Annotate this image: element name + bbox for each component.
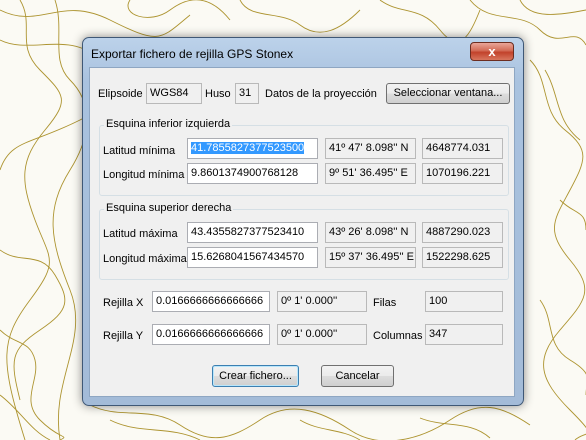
contour-line (127, 0, 231, 21)
columns-value: 347 (425, 324, 503, 345)
rows-label: Filas (373, 297, 397, 309)
contour-line (89, 404, 531, 440)
dialog-client-area: Elipsoide WGS84 Huso 31 Datos de la proy… (89, 67, 515, 397)
columns-label: Columnas (373, 330, 423, 342)
close-button[interactable]: x (470, 42, 514, 61)
create-file-button[interactable]: Crear fichero... (212, 365, 299, 387)
rows-value: 100 (425, 291, 503, 312)
contour-line (529, 59, 586, 440)
lon-max-input[interactable]: 15.6268041567434570 (187, 247, 318, 268)
grid-x-label: Rejilla X (103, 297, 144, 309)
lat-max-dms: 43º 26' 8.098'' N (325, 222, 416, 243)
contour-line (379, 0, 481, 42)
zone-label: Huso (205, 88, 231, 100)
grid-y-label: Rejilla Y (103, 330, 144, 342)
ellipsoid-field: WGS84 (146, 83, 202, 104)
projection-label: Datos de la proyección (265, 88, 377, 100)
lon-max-dms: 15º 37' 36.495'' E (325, 247, 416, 268)
contour-line (419, 417, 491, 439)
grid-x-dms: 0º 1' 0.000'' (277, 291, 367, 312)
lower-left-title: Esquina inferior izquierda (104, 118, 233, 130)
contour-line (299, 419, 361, 440)
lat-max-label: Latitud máxima (103, 228, 178, 240)
lat-min-dms: 41º 47' 8.098'' N (325, 138, 416, 159)
lat-max-utm: 4887290.023 (422, 222, 503, 243)
lat-max-input[interactable]: 43.4355827377523410 (187, 222, 318, 243)
contour-line (239, 0, 361, 33)
export-grid-dialog: Exportar fichero de rejilla GPS Stonex x… (82, 37, 524, 406)
select-window-button[interactable]: Seleccionar ventana... (386, 83, 510, 104)
contour-line (0, 9, 191, 37)
contour-line (109, 419, 201, 440)
lon-min-input[interactable]: 9.8601374900768128 (187, 163, 318, 184)
zone-field: 31 (235, 83, 259, 104)
grid-x-input[interactable]: 0.0166666666666666 (152, 291, 270, 312)
upper-right-title: Esquina superior derecha (104, 202, 234, 214)
lat-min-label: Latitud mínima (103, 145, 176, 157)
cancel-button[interactable]: Cancelar (321, 365, 394, 387)
lon-min-label: Longitud mínima (103, 169, 185, 181)
lon-max-utm: 1522298.625 (422, 247, 503, 268)
ellipsoid-label: Elipsoide (98, 88, 143, 100)
contour-line (0, 394, 51, 440)
contour-line (544, 69, 581, 141)
contour-line (519, 0, 586, 15)
contour-line (539, 299, 586, 395)
lower-left-group (99, 125, 509, 196)
lat-min-utm: 4648774.031 (422, 138, 503, 159)
lon-min-utm: 1070196.221 (422, 163, 503, 184)
dialog-title: Exportar fichero de rejilla GPS Stonex (91, 47, 294, 61)
contour-line (0, 249, 66, 401)
lat-min-value: 41.7855827377523500 (191, 142, 305, 154)
upper-right-group (99, 209, 509, 280)
lat-min-input[interactable]: 41.7855827377523500 (187, 138, 318, 159)
contour-line (559, 199, 586, 231)
lon-max-label: Longitud máxima (103, 253, 187, 265)
grid-y-input[interactable]: 0.0166666666666666 (152, 324, 270, 345)
lon-min-dms: 9º 51' 36.495'' E (325, 163, 416, 184)
grid-y-dms: 0º 1' 0.000'' (277, 324, 367, 345)
